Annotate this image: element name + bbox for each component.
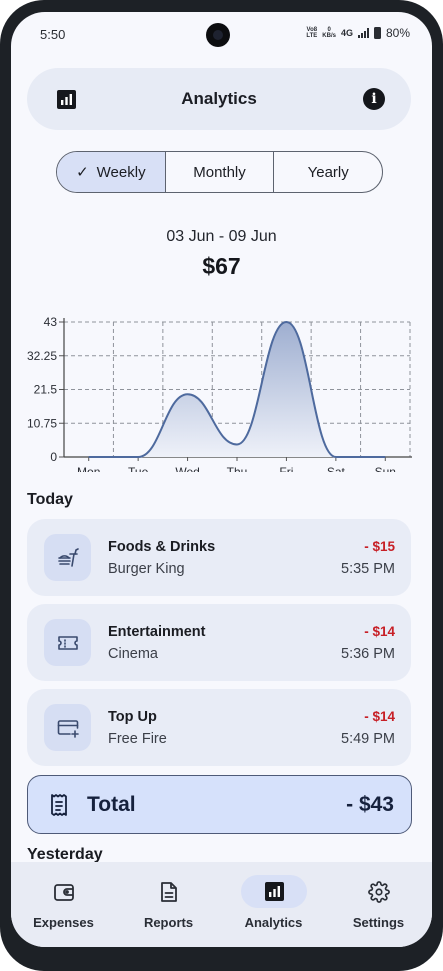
nav-reports[interactable]: Reports	[116, 862, 221, 947]
battery-icon	[373, 27, 381, 39]
nav-expenses-label: Expenses	[33, 915, 94, 930]
transaction-time: 5:36 PM	[341, 646, 395, 662]
signal-icon	[357, 28, 369, 38]
bottom-navigation: Expenses Reports Analytics Settings	[11, 862, 432, 947]
x-tick-label: Wed	[175, 465, 199, 472]
x-tick-label: Fri	[279, 465, 293, 472]
transaction-merchant: Burger King	[108, 561, 185, 577]
ticket-icon	[44, 619, 91, 666]
nav-settings-label: Settings	[352, 915, 405, 930]
transaction-amount: - $15	[364, 539, 395, 554]
status-icons: Vo8 LTE 0 KB/s 4G 80%	[306, 26, 410, 40]
nav-settings[interactable]: Settings	[326, 862, 431, 947]
y-tick-label: 0	[50, 450, 57, 464]
transaction-merchant: Free Fire	[108, 731, 167, 747]
app-header: Analytics i	[27, 68, 411, 130]
analytics-icon	[241, 875, 307, 908]
y-tick-label: 43	[44, 315, 58, 329]
transaction-time: 5:49 PM	[341, 731, 395, 747]
card-add-icon	[44, 704, 91, 751]
check-icon: ✓	[76, 164, 89, 181]
tab-weekly-label: Weekly	[96, 163, 146, 181]
total-card[interactable]: Total - $43	[27, 775, 412, 834]
transaction-card[interactable]: Entertainment Cinema - $14 5:36 PM	[27, 604, 411, 681]
document-icon	[136, 875, 202, 908]
total-label: Total	[87, 793, 136, 816]
volte-indicator: Vo8 LTE	[306, 27, 318, 39]
page-title: Analytics	[181, 89, 257, 108]
period-selector: ✓ Weekly Monthly Yearly	[56, 151, 383, 193]
app-screen: 5:50 Vo8 LTE 0 KB/s 4G 80% Analytics i ✓ W…	[11, 12, 432, 947]
tab-weekly[interactable]: ✓ Weekly	[57, 152, 165, 192]
wallet-icon	[31, 875, 97, 908]
nav-analytics-label: Analytics	[244, 915, 303, 930]
x-tick-label: Thu	[227, 465, 248, 472]
spending-chart: 0 10.75 21.5 32.25 43 Mon Tue Wed Thu Fri Sat Sun	[27, 315, 412, 472]
info-icon[interactable]: i	[363, 88, 385, 110]
period-total: $67	[202, 253, 241, 279]
transaction-amount: - $14	[364, 624, 395, 639]
nav-expenses[interactable]: Expenses	[11, 862, 116, 947]
tab-yearly[interactable]: Yearly	[273, 152, 382, 192]
network-type: 4G	[340, 28, 353, 38]
transaction-category: Foods & Drinks	[108, 539, 216, 555]
x-tick-label: Sat	[327, 465, 346, 472]
total-value: - $43	[346, 793, 394, 816]
transaction-category: Entertainment	[108, 624, 206, 640]
transaction-merchant: Cinema	[108, 646, 158, 662]
date-range: 03 Jun - 09 Jun	[166, 228, 277, 245]
tab-monthly-label: Monthly	[193, 163, 246, 181]
x-tick-label: Tue	[128, 465, 149, 472]
status-bar: 5:50 Vo8 LTE 0 KB/s 4G 80%	[11, 12, 432, 56]
x-tick-label: Mon	[77, 465, 100, 472]
today-heading: Today	[27, 491, 73, 508]
status-time: 5:50	[40, 27, 66, 42]
nav-reports-label: Reports	[143, 915, 194, 930]
front-camera	[206, 23, 230, 47]
y-tick-label: 10.75	[27, 416, 57, 430]
x-tick-label: Sun	[375, 465, 396, 472]
nav-analytics[interactable]: Analytics	[221, 862, 326, 947]
transaction-category: Top Up	[108, 709, 157, 725]
transaction-time: 5:35 PM	[341, 561, 395, 577]
fast-food-icon	[44, 534, 91, 581]
gear-icon	[346, 875, 412, 908]
battery-percent: 80%	[385, 26, 410, 40]
receipt-icon	[49, 793, 69, 822]
speed-indicator: 0 KB/s	[322, 27, 336, 39]
tab-yearly-label: Yearly	[307, 163, 349, 181]
tab-monthly[interactable]: Monthly	[164, 152, 274, 192]
transaction-card[interactable]: Top Up Free Fire - $14 5:49 PM	[27, 689, 411, 766]
transaction-amount: - $14	[364, 709, 395, 724]
y-tick-label: 21.5	[34, 383, 58, 397]
y-tick-label: 32.25	[27, 349, 57, 363]
phone-frame: 5:50 Vo8 LTE 0 KB/s 4G 80% Analytics i ✓ W…	[0, 0, 443, 971]
transaction-card[interactable]: Foods & Drinks Burger King - $15 5:35 PM	[27, 519, 411, 596]
